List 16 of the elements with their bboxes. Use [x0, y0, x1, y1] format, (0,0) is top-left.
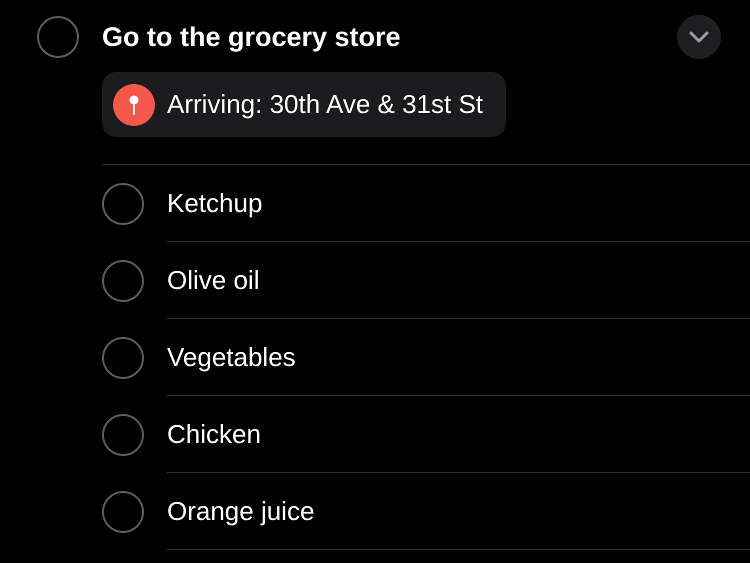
checkbox[interactable]: [102, 336, 144, 378]
subtask-title: Vegetables: [167, 342, 296, 372]
subtask-title: Orange juice: [167, 496, 314, 526]
checkbox[interactable]: [102, 414, 144, 456]
checkbox[interactable]: [102, 490, 144, 532]
checkbox[interactable]: [37, 16, 79, 58]
task-title: Go to the grocery store: [102, 22, 402, 52]
checkbox[interactable]: [102, 260, 144, 302]
chevron-icon: [688, 30, 710, 44]
checkbox[interactable]: [102, 182, 144, 224]
pin-icon: [113, 84, 155, 126]
subtask-title: Olive oil: [167, 264, 260, 296]
expand-button[interactable]: [677, 15, 721, 59]
subtask-title: Ketchup: [167, 188, 262, 218]
location-chip[interactable]: Arriving: 30th Ave & 31st St: [102, 72, 506, 137]
subtask-title: Chicken: [167, 418, 261, 450]
